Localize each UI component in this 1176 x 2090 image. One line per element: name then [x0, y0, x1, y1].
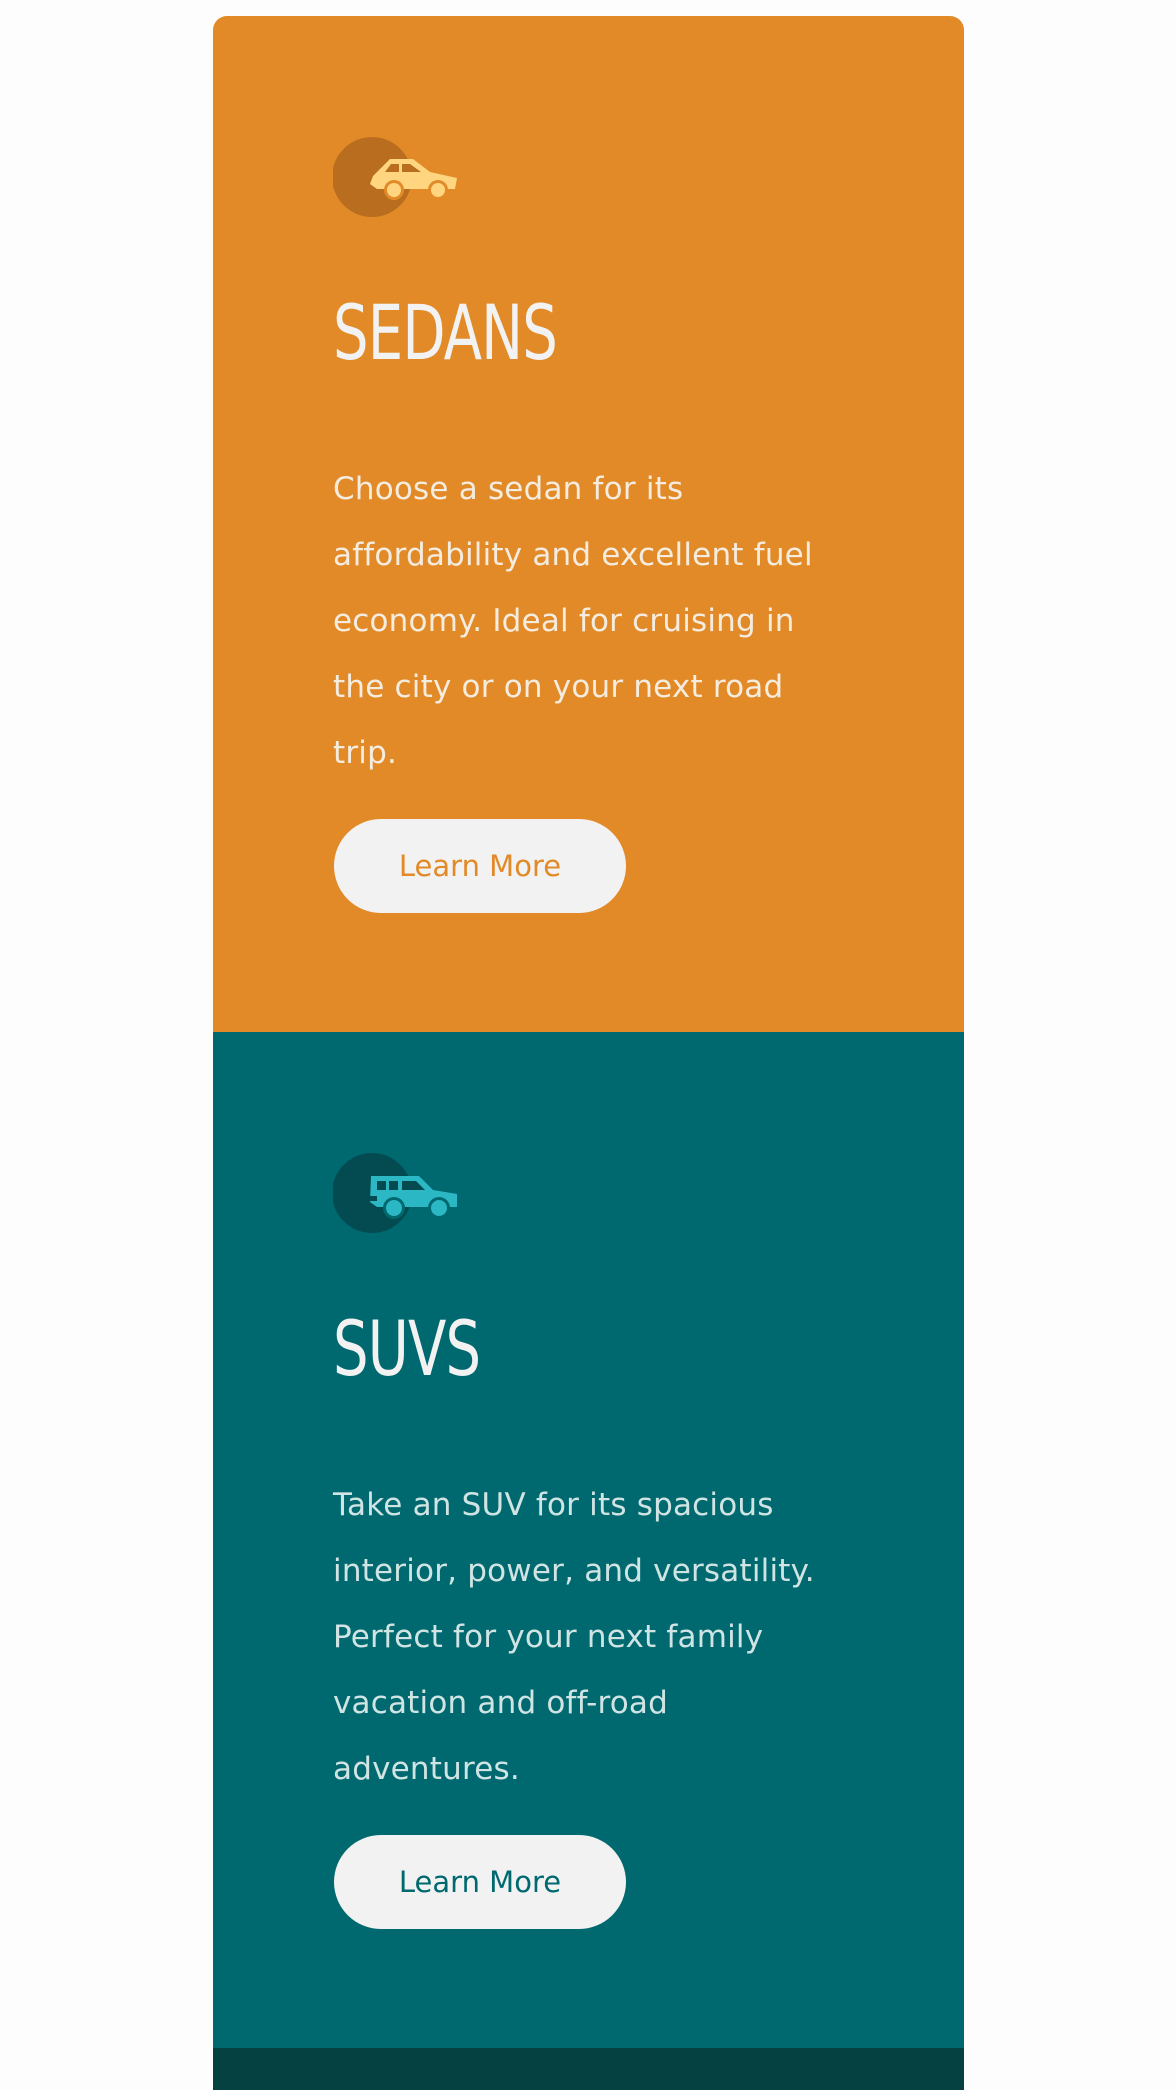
- sedans-title: SEDANS: [333, 288, 558, 377]
- sedan-car-icon: [333, 136, 463, 218]
- luxury-card: [213, 2048, 964, 2090]
- sedans-description: Choose a sedan for its affordability and…: [333, 471, 813, 771]
- sedans-card: SEDANS Choose a sedan for its affordabil…: [213, 16, 964, 1032]
- suvs-description: Take an SUV for its spacious interior, p…: [333, 1487, 815, 1787]
- suv-car-icon: [333, 1152, 463, 1234]
- sedans-learn-more-button[interactable]: Learn More: [334, 819, 626, 913]
- suvs-learn-more-button[interactable]: Learn More: [334, 1835, 626, 1929]
- suvs-card: SUVS Take an SUV for its spacious interi…: [213, 1032, 964, 2048]
- car-category-cards: SEDANS Choose a sedan for its affordabil…: [213, 16, 964, 2090]
- suvs-title: SUVS: [333, 1304, 481, 1393]
